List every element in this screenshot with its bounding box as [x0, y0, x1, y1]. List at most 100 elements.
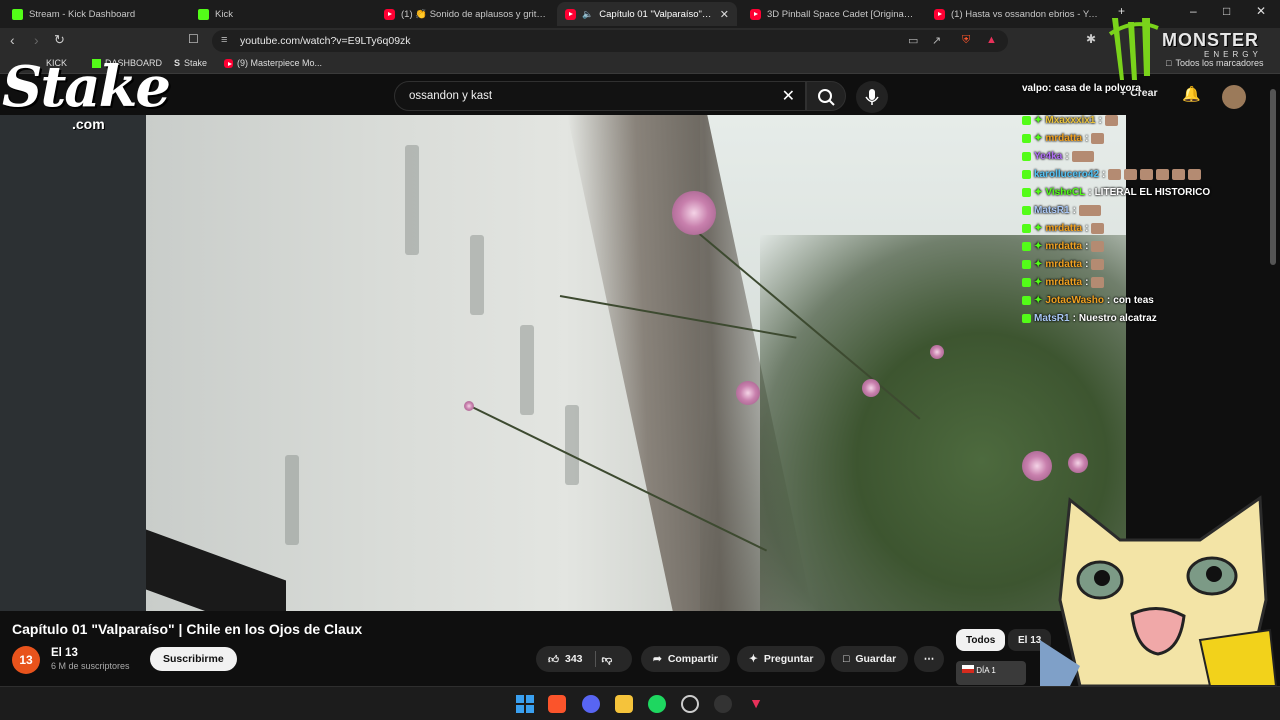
tab-youtube-ossandon[interactable]: (1) Hasta vs ossandon ebrios - YouTu — [926, 2, 1110, 26]
subscribe-button[interactable]: Suscribirme — [150, 647, 237, 671]
sub-badge-icon: ✦ — [1034, 187, 1043, 198]
tab-youtube-pinball[interactable]: 3D Pinball Space Cadet [Original Sou — [742, 2, 922, 26]
tab-kick[interactable]: Kick — [190, 2, 374, 26]
chat-username: mrdatta — [1045, 241, 1083, 252]
emote-icon — [1091, 241, 1105, 252]
kick-badge-icon — [1022, 296, 1031, 305]
bookmark-icon[interactable]: ☐ — [188, 32, 199, 46]
subscriber-count: 6 M de suscriptores — [51, 661, 130, 671]
chat-text: Nuestro alcatraz — [1078, 313, 1157, 324]
video-title: Capítulo 01 "Valparaíso" | Chile en los … — [12, 621, 363, 637]
monster-sub: ENERGY — [1204, 50, 1262, 59]
chat-message: ✦ mrdatta: — [1022, 133, 1105, 144]
chat-username: mrdatta — [1045, 259, 1083, 270]
chat-username: Mxaxxxix1 — [1045, 115, 1096, 126]
more-actions-button[interactable]: ⋯ — [914, 646, 944, 672]
chile-flag-icon — [962, 665, 974, 673]
spotify-icon[interactable] — [648, 695, 666, 713]
save-label: Guardar — [855, 653, 897, 665]
clear-search-icon[interactable]: ✕ — [782, 86, 795, 106]
tab-strip: Stream - Kick Dashboard Kick (1) 👏 Sonid… — [0, 0, 1280, 28]
forward-icon[interactable]: › — [34, 32, 39, 48]
share-button[interactable]: ➦ Compartir — [641, 646, 730, 672]
search-input[interactable]: ossandon y kast — [409, 90, 492, 102]
chat-username: karollucero42 — [1034, 169, 1100, 180]
sub-badge-icon: ✦ — [1034, 133, 1043, 144]
emote-icon — [1091, 133, 1105, 144]
windows-start-icon[interactable] — [516, 695, 534, 713]
tab-youtube-aplausos[interactable]: (1) 👏 Sonido de aplausos y gritos de — [376, 2, 554, 26]
speaker-icon: 🔈 — [582, 8, 594, 19]
cast-icon[interactable]: ▭ — [908, 34, 918, 47]
chat-text: valpo: casa de la polvora — [1022, 83, 1141, 94]
emote-icon — [1071, 151, 1094, 162]
voice-search-button[interactable] — [856, 81, 888, 113]
cat-mascot-overlay — [1040, 495, 1278, 686]
reload-icon[interactable]: ↻ — [54, 32, 65, 48]
discord-icon[interactable] — [582, 695, 600, 713]
channel-name[interactable]: El 13 — [51, 647, 78, 659]
tab-title: (1) Hasta vs ossandon ebrios - YouTu — [951, 8, 1102, 20]
kick-badge-icon — [1022, 170, 1031, 179]
notifications-icon[interactable]: 🔔 — [1182, 85, 1201, 103]
app-icon[interactable] — [714, 695, 732, 713]
youtube-icon — [224, 58, 233, 68]
brave-rewards-icon[interactable]: ▲ — [986, 34, 997, 46]
obs-icon[interactable] — [681, 695, 699, 713]
chat-username: MatsR1 — [1034, 205, 1070, 216]
avatar[interactable] — [1222, 85, 1246, 109]
chip-all[interactable]: Todos — [956, 629, 1006, 651]
youtube-icon — [934, 8, 945, 20]
tab-title: (1) 👏 Sonido de aplausos y gritos de — [401, 8, 546, 20]
flower — [1068, 453, 1088, 473]
emote-icon — [1124, 169, 1138, 180]
channel-avatar[interactable]: 13 — [12, 646, 40, 674]
share-icon: ➦ — [653, 653, 662, 665]
chat-message: ✦ Mxaxxxix1: — [1022, 115, 1118, 126]
bookmark-save-icon: □ — [843, 653, 850, 665]
monster-word: MONSTER — [1162, 30, 1259, 50]
back-icon[interactable]: ‹ — [10, 32, 15, 48]
extensions-icon[interactable]: ✱ — [1086, 32, 1096, 46]
dislike-button[interactable]: 👎︎ — [602, 653, 613, 666]
kick-badge-icon — [1022, 206, 1031, 215]
flower — [862, 379, 880, 397]
bookmark-masterpiece[interactable]: (9) Masterpiece Mo... — [224, 58, 322, 68]
like-dislike-group: 👍︎ 343 👎︎ — [536, 646, 632, 672]
tab-youtube-valparaiso[interactable]: 🔈 Capítulo 01 "Valparaíso" | Chile ✕ — [557, 2, 737, 26]
chat-message: ✦ JotacWasho: con teas — [1022, 295, 1154, 306]
file-explorer-icon[interactable] — [615, 695, 633, 713]
ask-label: Preguntar — [763, 653, 814, 665]
brave-browser-icon[interactable] — [548, 695, 566, 713]
tab-title: Capítulo 01 "Valparaíso" | Chile — [599, 8, 714, 20]
emote-icon — [1078, 205, 1101, 216]
chat-username: Ye4ka — [1034, 151, 1063, 162]
up-next-thumbnail[interactable]: DÍA 1 — [956, 661, 1026, 685]
brave-shield-icon[interactable]: ⛨ — [962, 34, 970, 47]
search-button[interactable] — [806, 81, 846, 111]
chat-username: mrdatta — [1045, 133, 1083, 144]
scrollbar[interactable] — [1270, 89, 1276, 265]
share-icon[interactable]: ↗ — [932, 34, 941, 47]
kick-badge-icon — [1022, 134, 1031, 143]
ask-button[interactable]: ✦ Preguntar — [737, 646, 826, 672]
save-button[interactable]: □ Guardar — [831, 646, 909, 672]
site-info-icon[interactable]: ≡ — [221, 34, 227, 46]
emote-icon — [1091, 259, 1105, 270]
thumbs-up-icon: 👍︎ — [548, 653, 559, 666]
sub-badge-icon: ✦ — [1034, 115, 1043, 126]
close-tab-icon[interactable]: ✕ — [720, 8, 729, 21]
video-player[interactable] — [0, 115, 1126, 611]
brave-rewards-taskbar-icon[interactable]: ▼ — [747, 695, 765, 713]
bookmark-label: Stake — [184, 58, 208, 68]
kick-badge-icon — [1022, 152, 1031, 161]
youtube-icon — [750, 8, 761, 20]
stake-logo-com: .com — [72, 116, 105, 132]
address-bar[interactable]: ≡ youtube.com/watch?v=E9LTy6q09zk ▭ ↗ ⛨ … — [212, 30, 1008, 52]
search-box[interactable]: ossandon y kast ✕ — [394, 81, 806, 111]
monster-claw-icon — [1108, 18, 1159, 80]
like-button[interactable]: 👍︎ 343 — [548, 653, 583, 666]
tab-kick-dashboard[interactable]: Stream - Kick Dashboard — [4, 2, 188, 26]
tab-title: Kick — [215, 8, 233, 20]
emote-icon — [1172, 169, 1186, 180]
